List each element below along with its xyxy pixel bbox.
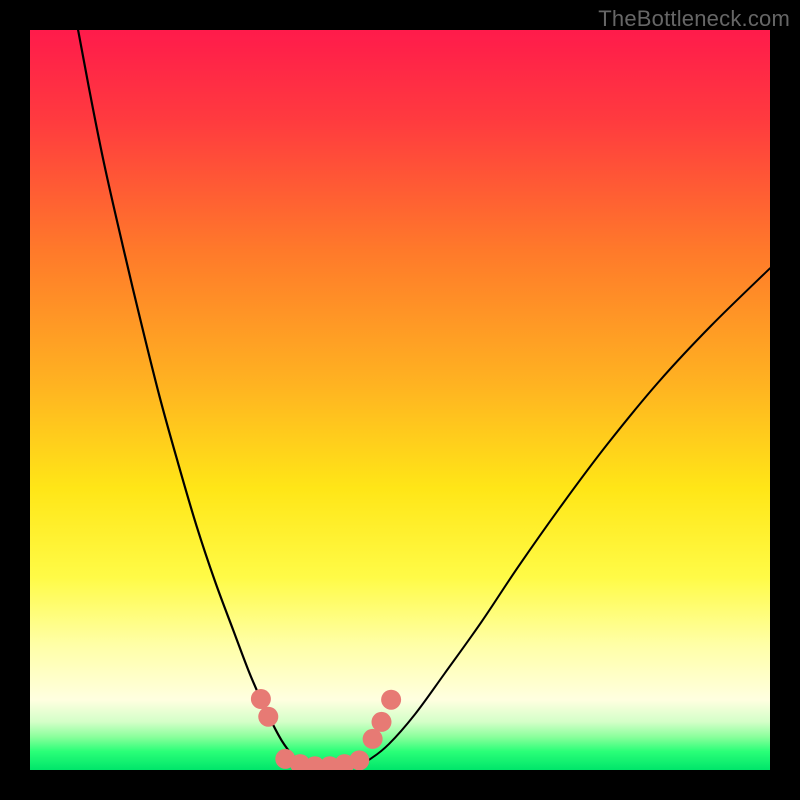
scatter-point <box>349 750 369 770</box>
chart-frame: TheBottleneck.com <box>0 0 800 800</box>
scatter-point <box>258 707 278 727</box>
gradient-background <box>30 30 770 770</box>
plot-area <box>30 30 770 770</box>
watermark-text: TheBottleneck.com <box>598 6 790 32</box>
chart-svg <box>30 30 770 770</box>
scatter-point <box>363 729 383 749</box>
scatter-point <box>381 690 401 710</box>
scatter-point <box>372 712 392 732</box>
scatter-point <box>251 689 271 709</box>
